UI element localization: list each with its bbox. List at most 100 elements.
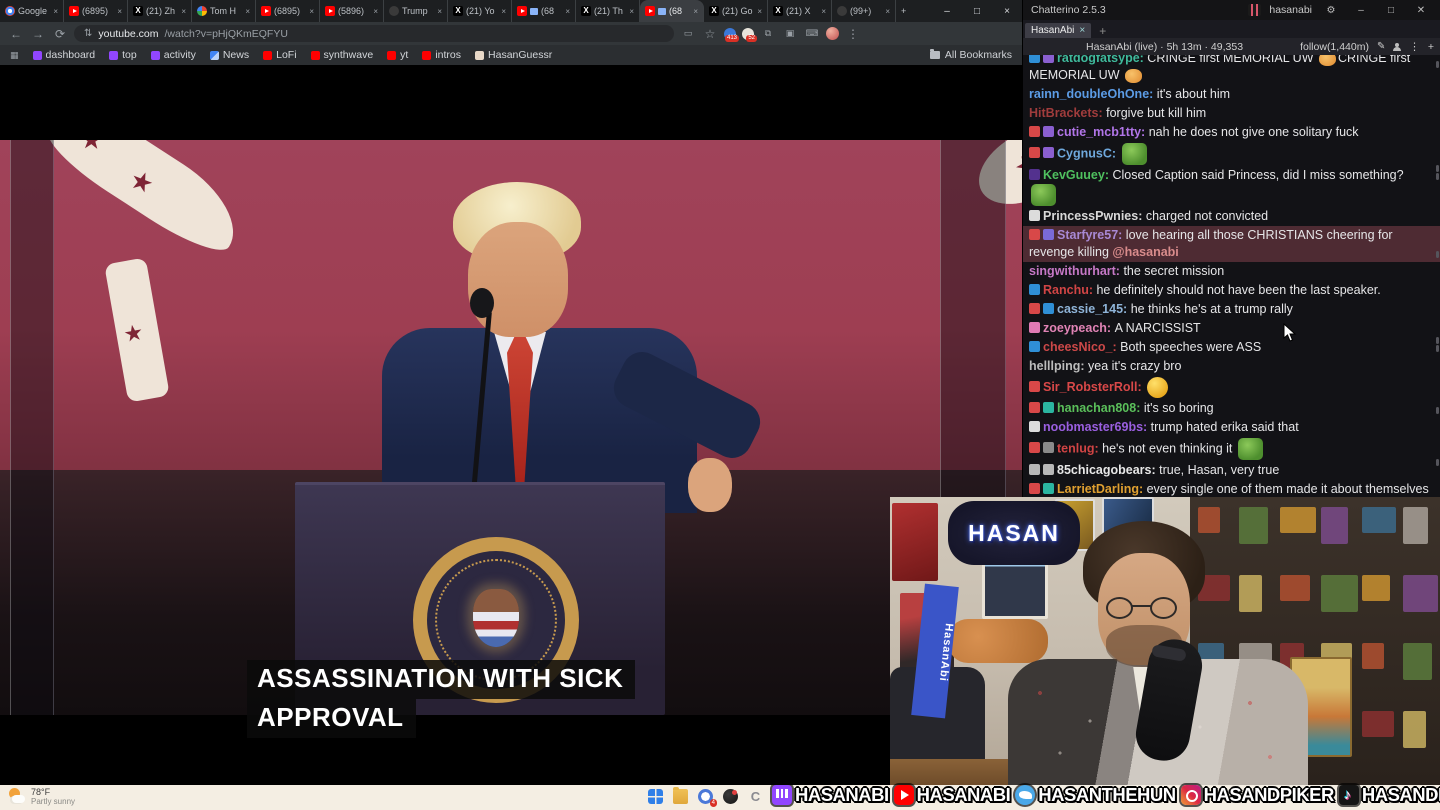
chat-message[interactable]: Sir_RobsterRoll: bbox=[1029, 376, 1435, 399]
chat-message[interactable]: tenlug: he's not even thinking it bbox=[1029, 437, 1435, 461]
chat-message[interactable]: KevGuuey: Closed Caption said Princess, … bbox=[1029, 166, 1435, 207]
chat-username[interactable]: rainn_doubleOhOne: bbox=[1029, 87, 1157, 101]
tab-close-icon[interactable]: × bbox=[117, 7, 122, 16]
chat-message[interactable]: 85chicagobears: true, Hasan, very true bbox=[1029, 461, 1435, 480]
chat-mention[interactable]: @hasanabi bbox=[1112, 245, 1178, 259]
chat-message[interactable]: singwithurhart: the secret mission bbox=[1029, 262, 1435, 281]
chat-username[interactable]: Starfyre57: bbox=[1057, 228, 1126, 242]
chat-username[interactable]: KevGuuey: bbox=[1043, 168, 1112, 182]
add-split-icon[interactable]: + bbox=[1428, 41, 1434, 53]
chat-username[interactable]: cassie_145: bbox=[1057, 302, 1131, 316]
tab-close-icon[interactable]: × bbox=[53, 7, 58, 16]
chatterino-close-button[interactable]: ✕ bbox=[1410, 5, 1432, 16]
chat-message[interactable]: HitBrackets: forgive but kill him bbox=[1029, 104, 1435, 123]
tab-close-icon[interactable]: × bbox=[1079, 25, 1085, 36]
chat-username[interactable]: CygnusC: bbox=[1057, 146, 1120, 160]
chatterino-maximize-button[interactable]: □ bbox=[1380, 5, 1402, 16]
browser-tab[interactable]: (21) Go× bbox=[704, 0, 768, 22]
browser-tab[interactable]: (21) Yo× bbox=[448, 0, 512, 22]
bookmark-hasanguessr[interactable]: HasanGuessr bbox=[475, 49, 552, 61]
bookmark-top[interactable]: top bbox=[109, 49, 137, 61]
chat-username[interactable]: PrincessPwnies: bbox=[1043, 209, 1146, 223]
chat-username[interactable]: hanachan808: bbox=[1057, 401, 1144, 415]
profile-avatar[interactable] bbox=[826, 27, 839, 40]
youtube-video-player[interactable]: ★ ★ ★ ★ bbox=[0, 65, 1022, 785]
tab-close-icon[interactable]: × bbox=[309, 7, 314, 16]
chat-menu-icon[interactable]: ⋮ bbox=[1409, 41, 1420, 53]
tab-close-icon[interactable]: × bbox=[245, 7, 250, 16]
new-tab-button[interactable]: + bbox=[896, 0, 914, 22]
tab-close-icon[interactable]: × bbox=[501, 7, 506, 16]
chat-username[interactable]: LarrietDarling: bbox=[1057, 482, 1147, 496]
taskbar-dark-app-icon[interactable] bbox=[723, 789, 738, 804]
bookmark-synthwave[interactable]: synthwave bbox=[311, 49, 374, 61]
taskbar-clock-icon[interactable]: 4 bbox=[698, 789, 713, 804]
bookmark-activity[interactable]: activity bbox=[151, 49, 196, 61]
chat-username[interactable]: cheesNico_: bbox=[1043, 340, 1120, 354]
chat-message[interactable]: zoeypeach: A NARCISSIST bbox=[1029, 319, 1435, 338]
chat-username[interactable]: helllping: bbox=[1029, 359, 1088, 373]
keyboard-icon[interactable]: ⌨ bbox=[804, 28, 820, 39]
extension-icon-blue[interactable]: 413 bbox=[724, 28, 736, 40]
edit-pencil-icon[interactable]: ✎ bbox=[1377, 41, 1385, 52]
chat-message[interactable]: cutie_mcb1tty: nah he does not give one … bbox=[1029, 123, 1435, 142]
apps-grid-icon[interactable]: ▦ bbox=[10, 50, 19, 61]
browser-tab[interactable]: (21) Th× bbox=[576, 0, 640, 22]
chat-username[interactable]: ratdogfatsype: bbox=[1057, 55, 1147, 65]
reload-icon[interactable]: ⟳ bbox=[52, 27, 68, 41]
tab-close-icon[interactable]: × bbox=[629, 7, 634, 16]
bookmark-news[interactable]: News bbox=[210, 49, 249, 61]
browser-tab[interactable]: (68× bbox=[512, 0, 576, 22]
bookmark-star-icon[interactable]: ☆ bbox=[702, 27, 718, 41]
taskbar-start-icon[interactable] bbox=[648, 789, 663, 804]
chat-message[interactable]: helllping: yea it's crazy bro bbox=[1029, 357, 1435, 376]
chat-username[interactable]: HitBrackets: bbox=[1029, 106, 1106, 120]
chat-message[interactable]: hanachan808: it's so boring bbox=[1029, 399, 1435, 418]
chat-username[interactable]: noobmaster69bs: bbox=[1043, 420, 1151, 434]
bookmark-dashboard[interactable]: dashboard bbox=[33, 49, 96, 61]
weather-widget[interactable]: 78°F Partly sunny bbox=[8, 787, 75, 806]
browser-tab[interactable]: (99+)× bbox=[832, 0, 896, 22]
chat-message[interactable]: PrincessPwnies: charged not convicted bbox=[1029, 207, 1435, 226]
site-info-icon[interactable]: ⇅ bbox=[84, 28, 92, 39]
chat-message[interactable]: CygnusC: bbox=[1029, 142, 1435, 166]
taskbar-explorer-icon[interactable] bbox=[673, 789, 688, 804]
chat-username[interactable]: 85chicagobears: bbox=[1057, 463, 1159, 477]
chat-message[interactable]: ratdogfatsype: CRINGE first MEMORIAL UW … bbox=[1029, 55, 1435, 85]
chat-username[interactable]: Sir_RobsterRoll: bbox=[1043, 380, 1145, 394]
browser-tab[interactable]: (21) Zh× bbox=[128, 0, 192, 22]
tab-close-icon[interactable]: × bbox=[565, 7, 570, 16]
new-chat-tab-button[interactable]: + bbox=[1093, 24, 1112, 38]
maximize-button[interactable]: □ bbox=[962, 6, 992, 17]
account-name[interactable]: hasanabi bbox=[1269, 4, 1312, 16]
tab-close-icon[interactable]: × bbox=[757, 7, 762, 16]
chat-message-highlighted[interactable]: Starfyre57: love hearing all those CHRIS… bbox=[1023, 226, 1440, 262]
chat-username[interactable]: cutie_mcb1tty: bbox=[1057, 125, 1149, 139]
viewer-list-icon[interactable] bbox=[1393, 43, 1401, 51]
url-bar[interactable]: ⇅ youtube.com/watch?v=pHjQKmEQFYU bbox=[74, 25, 674, 42]
back-icon[interactable]: ← bbox=[8, 27, 24, 41]
tab-close-icon[interactable]: × bbox=[373, 7, 378, 16]
browser-tab[interactable]: (21) X× bbox=[768, 0, 832, 22]
close-button[interactable]: × bbox=[992, 6, 1022, 17]
browser-tab[interactable]: (68× bbox=[640, 0, 704, 22]
tab-close-icon[interactable]: × bbox=[693, 7, 698, 16]
chat-message[interactable]: noobmaster69bs: trump hated erika said t… bbox=[1029, 418, 1435, 437]
account-avatar-icon[interactable] bbox=[1248, 4, 1261, 16]
tab-close-icon[interactable]: × bbox=[821, 7, 826, 16]
bookmark-intros[interactable]: intros bbox=[422, 49, 461, 61]
settings-gear-icon[interactable]: ⚙ bbox=[1320, 5, 1342, 16]
bookmark-yt[interactable]: yt bbox=[387, 49, 408, 61]
browser-tab[interactable]: Trump× bbox=[384, 0, 448, 22]
browser-tab[interactable]: (6895)× bbox=[256, 0, 320, 22]
chat-message[interactable]: rainn_doubleOhOne: it's about him bbox=[1029, 85, 1435, 104]
extensions-puzzle-icon[interactable]: ⧉ bbox=[760, 28, 776, 39]
cast-icon[interactable]: ▭ bbox=[680, 28, 696, 39]
extension-icon-light[interactable]: 52 bbox=[742, 28, 754, 40]
browser-menu-icon[interactable]: ⋮ bbox=[845, 27, 861, 41]
taskbar-c-app-icon[interactable]: C bbox=[748, 789, 763, 804]
all-bookmarks-button[interactable]: All Bookmarks bbox=[930, 49, 1012, 61]
chat-username[interactable]: tenlug: bbox=[1057, 441, 1102, 455]
chat-message[interactable]: Ranchu: he definitely should not have be… bbox=[1029, 281, 1435, 300]
chat-message[interactable]: cheesNico_: Both speeches were ASS bbox=[1029, 338, 1435, 357]
